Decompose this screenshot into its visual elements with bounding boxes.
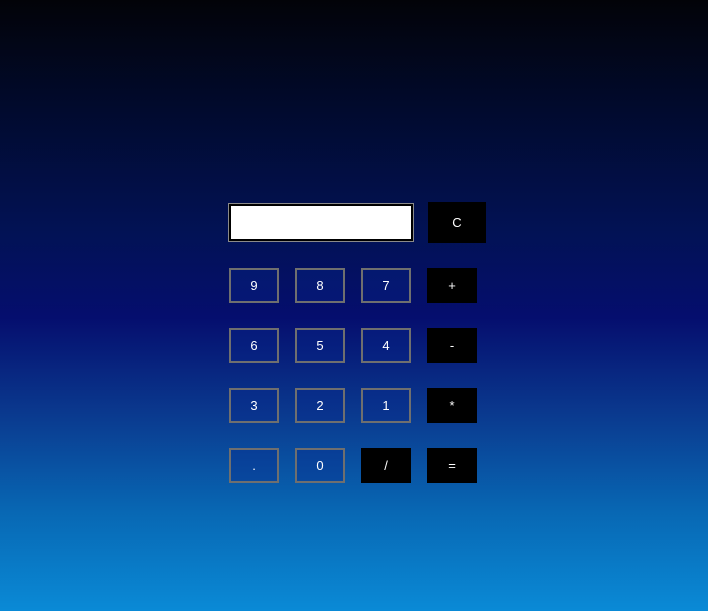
digit-4-button[interactable]: 4: [361, 328, 411, 363]
multiply-button[interactable]: *: [427, 388, 477, 423]
digit-8-button[interactable]: 8: [295, 268, 345, 303]
calculator: C 9 8 7 + 6 5 4 - 3 2 1 * . 0 / =: [0, 0, 708, 611]
digit-1-button[interactable]: 1: [361, 388, 411, 423]
digit-5-button[interactable]: 5: [295, 328, 345, 363]
digit-2-button[interactable]: 2: [295, 388, 345, 423]
clear-button[interactable]: C: [428, 202, 486, 243]
divide-button[interactable]: /: [361, 448, 411, 483]
digit-3-button[interactable]: 3: [229, 388, 279, 423]
digit-6-button[interactable]: 6: [229, 328, 279, 363]
digit-9-button[interactable]: 9: [229, 268, 279, 303]
decimal-point-button[interactable]: .: [229, 448, 279, 483]
add-button[interactable]: +: [427, 268, 477, 303]
digit-0-button[interactable]: 0: [295, 448, 345, 483]
subtract-button[interactable]: -: [427, 328, 477, 363]
equals-button[interactable]: =: [427, 448, 477, 483]
digit-7-button[interactable]: 7: [361, 268, 411, 303]
calculator-display[interactable]: [228, 203, 414, 242]
